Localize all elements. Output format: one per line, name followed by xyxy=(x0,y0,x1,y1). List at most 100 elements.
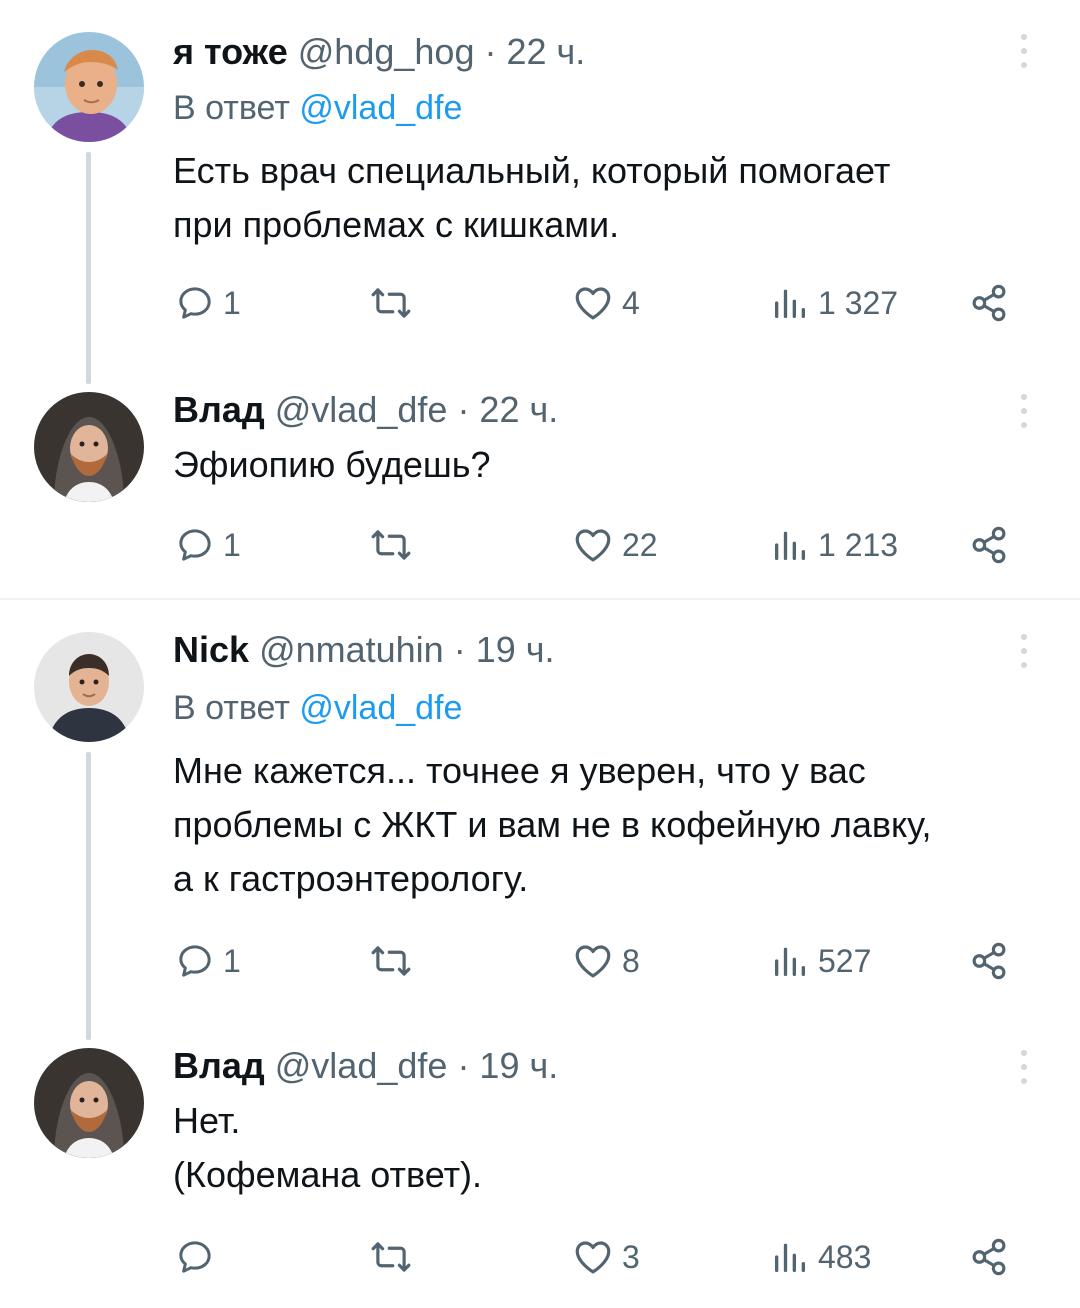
reply-icon xyxy=(175,283,215,323)
action-bar: 1 4 1 327 xyxy=(0,278,1080,328)
retweet-icon xyxy=(370,1236,412,1278)
views-icon xyxy=(770,1237,810,1277)
reply-count: 1 xyxy=(223,526,241,563)
views-button[interactable]: 527 xyxy=(770,936,871,986)
display-name[interactable]: я тоже xyxy=(173,31,288,72)
share-icon xyxy=(968,1236,1010,1278)
retweet-icon xyxy=(370,282,412,324)
avatar[interactable] xyxy=(34,1048,144,1158)
like-count: 4 xyxy=(622,284,640,321)
views-button[interactable]: 483 xyxy=(770,1232,871,1282)
action-bar: 1 8 527 xyxy=(0,936,1080,986)
tweet-text: Мне кажется... точнее я уверен, что у ва… xyxy=(173,744,1053,906)
views-icon xyxy=(770,941,810,981)
tweet-header: я тоже @hdg_hog · 22 ч. xyxy=(173,30,585,74)
tweet-text-line: Нет. xyxy=(173,1100,241,1141)
tweet-text: Нет. (Кофемана ответ). xyxy=(173,1094,1053,1202)
reply-icon xyxy=(175,525,215,565)
tweet-header: Nick @nmatuhin · 19 ч. xyxy=(173,628,555,672)
retweet-icon xyxy=(370,940,412,982)
display-name[interactable]: Nick xyxy=(173,629,249,670)
views-icon xyxy=(770,525,810,565)
share-icon xyxy=(968,282,1010,324)
avatar[interactable] xyxy=(34,632,144,742)
more-icon[interactable] xyxy=(1014,34,1034,76)
views-count: 527 xyxy=(818,942,872,979)
like-icon xyxy=(572,1236,614,1278)
tweet-1[interactable]: я тоже @hdg_hog · 22 ч. В ответ @vlad_df… xyxy=(0,0,1080,384)
tweet-4[interactable]: Влад @vlad_dfe · 19 ч. Нет. (Кофемана от… xyxy=(0,1040,1080,1308)
timestamp[interactable]: · 19 ч. xyxy=(454,629,555,670)
avatar[interactable] xyxy=(34,392,144,502)
retweet-button[interactable] xyxy=(370,520,420,570)
share-icon xyxy=(968,524,1010,566)
tweet-text: Эфиопию будешь? xyxy=(173,438,1053,492)
tweet-text-line: (Кофемана ответ). xyxy=(173,1154,483,1195)
user-handle[interactable]: @vlad_dfe xyxy=(275,389,448,430)
user-handle[interactable]: @nmatuhin xyxy=(259,629,444,670)
like-button[interactable]: 4 xyxy=(572,278,640,328)
share-button[interactable] xyxy=(968,1232,1010,1282)
thread-line xyxy=(86,752,91,1040)
thread-line xyxy=(86,152,91,384)
tweet-text-line: Эфиопию будешь? xyxy=(173,444,491,485)
views-count: 483 xyxy=(818,1238,872,1275)
tweet-header: Влад @vlad_dfe · 19 ч. xyxy=(173,1044,558,1088)
reply-button[interactable]: 1 xyxy=(175,278,241,328)
reply-prefix: В ответ xyxy=(173,689,290,727)
display-name[interactable]: Влад xyxy=(173,1045,265,1086)
like-count: 8 xyxy=(622,942,640,979)
like-icon xyxy=(572,282,614,324)
tweet-text-line: а к гастроэнтерологу. xyxy=(173,858,529,899)
more-icon[interactable] xyxy=(1014,394,1034,436)
like-icon xyxy=(572,524,614,566)
like-count: 3 xyxy=(622,1238,640,1275)
reply-mention-link[interactable]: @vlad_dfe xyxy=(299,689,462,727)
tweet-header: Влад @vlad_dfe · 22 ч. xyxy=(173,388,558,432)
timestamp[interactable]: · 22 ч. xyxy=(457,389,558,430)
reply-button[interactable] xyxy=(175,1232,223,1282)
reply-mention-link[interactable]: @vlad_dfe xyxy=(299,89,462,127)
views-count: 1 327 xyxy=(818,284,899,321)
tweet-text-line: Есть врач специальный, который помогает xyxy=(173,150,891,191)
share-button[interactable] xyxy=(968,520,1010,570)
like-button[interactable]: 22 xyxy=(572,520,658,570)
reply-count: 1 xyxy=(223,284,241,321)
avatar[interactable] xyxy=(34,32,144,142)
more-icon[interactable] xyxy=(1014,634,1034,676)
timestamp[interactable]: · 19 ч. xyxy=(457,1045,558,1086)
views-button[interactable]: 1 327 xyxy=(770,278,898,328)
user-handle[interactable]: @vlad_dfe xyxy=(275,1045,448,1086)
views-count: 1 213 xyxy=(818,526,899,563)
reply-to-line: В ответ @vlad_dfe xyxy=(173,686,462,730)
reply-button[interactable]: 1 xyxy=(175,936,241,986)
share-button[interactable] xyxy=(968,278,1010,328)
tweet-text: Есть врач специальный, который помогает … xyxy=(173,144,1053,252)
action-bar: 3 483 xyxy=(0,1232,1080,1282)
share-icon xyxy=(968,940,1010,982)
retweet-button[interactable] xyxy=(370,1232,420,1282)
views-button[interactable]: 1 213 xyxy=(770,520,898,570)
views-icon xyxy=(770,283,810,323)
retweet-icon xyxy=(370,524,412,566)
like-button[interactable]: 3 xyxy=(572,1232,640,1282)
reply-prefix: В ответ xyxy=(173,89,290,127)
reply-count: 1 xyxy=(223,942,241,979)
timestamp[interactable]: · 22 ч. xyxy=(484,31,585,72)
reply-icon xyxy=(175,941,215,981)
reply-button[interactable]: 1 xyxy=(175,520,241,570)
tweet-2[interactable]: Влад @vlad_dfe · 22 ч. Эфиопию будешь? 1… xyxy=(0,380,1080,596)
retweet-button[interactable] xyxy=(370,936,420,986)
like-count: 22 xyxy=(622,526,658,563)
retweet-button[interactable] xyxy=(370,278,420,328)
tweet-text-line: проблемы с ЖКТ и вам не в кофейную лавку… xyxy=(173,804,932,845)
share-button[interactable] xyxy=(968,936,1010,986)
tweet-text-line: при проблемах с кишками. xyxy=(173,204,620,245)
display-name[interactable]: Влад xyxy=(173,389,265,430)
user-handle[interactable]: @hdg_hog xyxy=(298,31,475,72)
more-icon[interactable] xyxy=(1014,1050,1034,1092)
like-icon xyxy=(572,940,614,982)
tweet-text-line: Мне кажется... точнее я уверен, что у ва… xyxy=(173,750,866,791)
like-button[interactable]: 8 xyxy=(572,936,640,986)
tweet-3[interactable]: Nick @nmatuhin · 19 ч. В ответ @vlad_dfe… xyxy=(0,600,1080,1040)
